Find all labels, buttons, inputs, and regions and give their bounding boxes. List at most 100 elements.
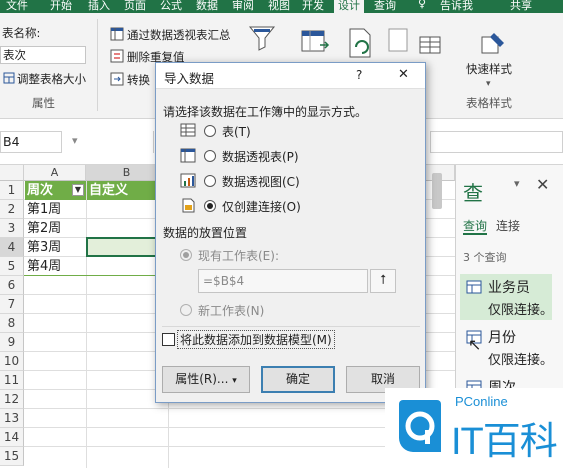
tab-connections[interactable]: 连接 <box>496 217 520 234</box>
tab-view[interactable]: 视图 <box>268 0 290 13</box>
tab-query[interactable]: 查询 <box>374 0 396 13</box>
close-pane-icon[interactable]: ✕ <box>536 175 549 194</box>
new-sheet-label[interactable]: 新工作表(N) <box>198 302 264 319</box>
option-table-label[interactable]: 表(T) <box>222 123 251 140</box>
row-header[interactable]: 6 <box>0 276 24 295</box>
tab-review[interactable]: 审阅 <box>232 0 254 13</box>
column-header-a[interactable]: A <box>24 165 86 181</box>
slicer-icon[interactable] <box>248 23 276 53</box>
style-options-icon[interactable] <box>418 35 442 57</box>
table-cell[interactable]: 第3周 <box>25 238 61 257</box>
dialog-divider <box>162 326 420 327</box>
existing-sheet-label[interactable]: 现有工作表(E): <box>198 247 279 264</box>
unlink-icon[interactable] <box>386 27 410 55</box>
resize-table-icon <box>3 72 15 84</box>
add-to-data-model-checkbox[interactable] <box>162 333 175 346</box>
connection-only-icon <box>180 198 196 213</box>
row-header[interactable]: 9 <box>0 333 24 352</box>
dialog-title: 导入数据 <box>164 71 215 86</box>
table-name-input[interactable]: 表次 <box>0 46 86 64</box>
quick-styles-button[interactable]: 快速样式 <box>466 61 512 77</box>
export-table-icon[interactable] <box>300 27 330 57</box>
tab-page-layout[interactable]: 页面 <box>124 0 146 13</box>
option-pivot-table-radio[interactable] <box>204 150 216 162</box>
table-cell[interactable]: 第2周 <box>25 219 61 238</box>
row-header[interactable]: 5 <box>0 257 24 276</box>
row-header[interactable]: 3 <box>0 219 24 238</box>
option-connection-only-label[interactable]: 仅创建连接(O) <box>222 198 301 215</box>
row-header[interactable]: 14 <box>0 428 24 447</box>
properties-button-label: 属性(R)... <box>175 372 229 386</box>
query-table-icon <box>466 280 482 294</box>
remove-duplicates-icon <box>110 49 124 63</box>
name-box-dropdown-icon[interactable]: ▾ <box>72 134 78 147</box>
query-count: 3 个查询 <box>463 251 507 264</box>
placement-label: 数据的放置位置 <box>163 226 248 240</box>
row-header[interactable]: 10 <box>0 352 24 371</box>
query-name[interactable]: 月份 <box>488 327 516 347</box>
option-pivot-chart-label[interactable]: 数据透视图(C) <box>222 173 300 190</box>
properties-button[interactable]: 属性(R)... ▾ <box>162 366 250 393</box>
tab-queries[interactable]: 查询 <box>463 217 487 234</box>
tab-formulas[interactable]: 公式 <box>160 0 182 13</box>
table-cell[interactable]: 第1周 <box>25 200 61 219</box>
row-header[interactable]: 1 <box>0 181 24 200</box>
tab-design[interactable]: 设计 <box>334 0 364 13</box>
vertical-scrollbar-thumb[interactable] <box>432 173 442 209</box>
query-name[interactable]: 业务员 <box>488 277 530 297</box>
pconline-logo-icon <box>391 396 443 456</box>
quick-styles-icon[interactable] <box>480 31 506 57</box>
pivot-summary-icon <box>110 27 124 41</box>
tab-file[interactable]: 文件 <box>6 0 28 13</box>
share-button[interactable]: 共享 <box>510 0 532 13</box>
row-header[interactable]: 8 <box>0 314 24 333</box>
tab-insert[interactable]: 插入 <box>88 0 110 13</box>
row-header-selected[interactable]: 4 <box>0 238 24 257</box>
mouse-cursor-icon: ↖ <box>468 335 482 354</box>
pane-options-icon[interactable]: ▾ <box>514 177 520 190</box>
add-to-data-model-label[interactable]: 将此数据添加到数据模型(M) <box>177 330 335 349</box>
row-header[interactable]: 12 <box>0 390 24 409</box>
option-pivot-chart-radio[interactable] <box>204 175 216 187</box>
option-pivot-table-label[interactable]: 数据透视表(P) <box>222 148 299 165</box>
name-box[interactable]: B4 <box>0 131 62 153</box>
tab-underline <box>463 233 487 235</box>
query-status: 仅限连接。 <box>488 303 554 318</box>
watermark-big-text: IT百科 <box>451 421 558 463</box>
properties-group-label: 属性 <box>32 96 55 110</box>
row-header[interactable]: 13 <box>0 409 24 428</box>
row-header[interactable]: 7 <box>0 295 24 314</box>
summarize-pivot-button[interactable]: 通过数据透视表汇总 <box>127 27 231 43</box>
refresh-icon[interactable] <box>344 27 374 61</box>
range-input[interactable]: =$B$4 <box>198 269 368 293</box>
select-all-corner[interactable] <box>0 165 24 181</box>
existing-sheet-radio[interactable] <box>180 249 192 261</box>
dialog-title-bar[interactable]: 导入数据 ? ✕ <box>156 63 425 89</box>
gridline <box>86 181 87 468</box>
query-status: 仅限连接。 <box>488 353 554 368</box>
formula-input[interactable] <box>430 131 563 153</box>
help-icon[interactable]: ? <box>356 68 362 82</box>
resize-table-button[interactable]: 调整表格大小 <box>17 71 86 87</box>
option-table-radio[interactable] <box>204 125 216 137</box>
row-header[interactable]: 2 <box>0 200 24 219</box>
row-header[interactable]: 11 <box>0 371 24 390</box>
tab-developer[interactable]: 开发 <box>302 0 324 13</box>
table-cell[interactable]: 第4周 <box>25 257 61 276</box>
option-connection-only-radio[interactable] <box>204 200 216 212</box>
convert-to-range-button[interactable]: 转换 <box>127 72 150 88</box>
tell-me-box[interactable]: 告诉我 <box>440 0 473 13</box>
tab-data[interactable]: 数据 <box>196 0 218 13</box>
new-sheet-radio[interactable] <box>180 304 192 316</box>
row-header[interactable]: 15 <box>0 447 24 466</box>
collapse-range-icon[interactable]: ⭡ <box>370 269 396 293</box>
close-icon[interactable]: ✕ <box>398 67 409 82</box>
quick-styles-dropdown-icon[interactable]: ▾ <box>486 79 491 89</box>
lightbulb-icon[interactable]: ♀ <box>418 0 426 13</box>
filter-dropdown-icon[interactable]: ▼ <box>72 184 84 196</box>
ribbon-separator <box>97 19 98 111</box>
formula-bar-divider <box>84 131 154 153</box>
tab-home[interactable]: 开始 <box>50 0 72 13</box>
pivot-chart-icon <box>180 173 196 188</box>
ok-button[interactable]: 确定 <box>261 366 335 393</box>
